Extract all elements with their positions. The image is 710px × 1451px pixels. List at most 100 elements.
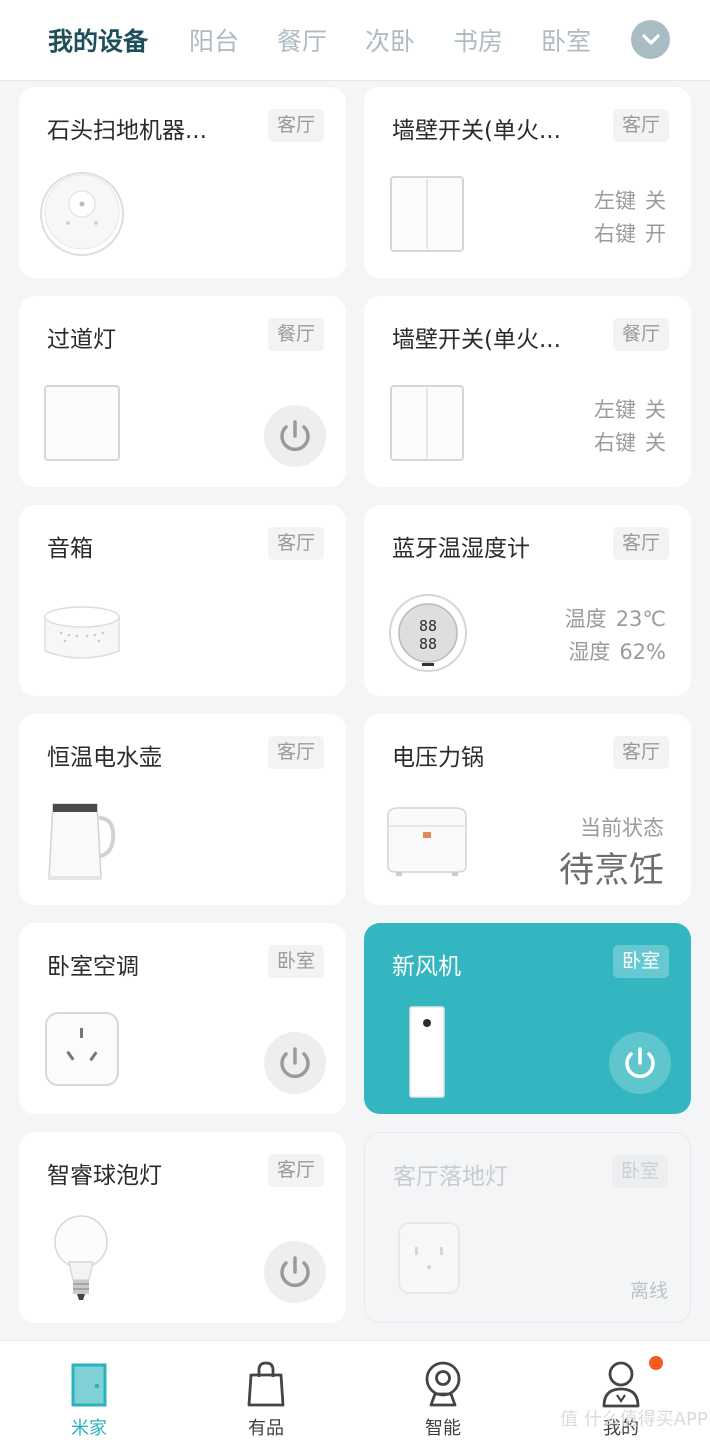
offline-status: 离线 [629, 1280, 668, 1302]
room-badge: 餐厅 [612, 318, 669, 351]
wall-switch-icon [390, 176, 464, 252]
device-name: 过道灯 [47, 327, 116, 353]
nav-item-mijia[interactable]: 米家 [29, 1341, 149, 1451]
room-badge: 卧室 [611, 1155, 668, 1188]
status-value: 关 [645, 431, 666, 455]
watermark-text: 值 什么值得买APP [560, 1409, 708, 1430]
nav-label: 米家 [71, 1418, 107, 1439]
smart-plug-icon [45, 1012, 119, 1086]
power-button[interactable] [609, 1032, 671, 1094]
room-badge: 客厅 [612, 736, 669, 769]
room-badge: 客厅 [267, 1154, 324, 1187]
thermometer-icon: 88 88 [389, 594, 467, 672]
door-icon [71, 1363, 107, 1407]
status-value: 关 [645, 398, 666, 422]
power-button[interactable] [264, 405, 326, 467]
device-name: 智睿球泡灯 [47, 1163, 162, 1189]
device-card-thermometer[interactable]: 蓝牙温湿度计 客厅 88 88 温度 23℃ 湿度 62% [364, 505, 691, 696]
wall-switch-icon [390, 385, 464, 461]
robot-vacuum-icon [40, 172, 124, 256]
pressure-cooker-icon [387, 807, 467, 876]
power-button[interactable] [264, 1241, 326, 1303]
tab-bedroom[interactable]: 卧室 [541, 22, 591, 58]
status-key: 右键 [594, 431, 636, 455]
nav-label: 有品 [248, 1418, 284, 1439]
tab-my-devices[interactable]: 我的设备 [48, 22, 148, 58]
svg-text:88: 88 [419, 635, 437, 653]
status-row: 左键关 [585, 185, 666, 215]
svg-text:88: 88 [419, 617, 437, 635]
power-icon [280, 1256, 310, 1288]
status-row: 湿度 62% [559, 636, 666, 666]
device-name: 电压力锅 [392, 745, 484, 771]
device-name: 卧室空调 [47, 954, 139, 980]
speaker-icon [44, 606, 120, 659]
notification-dot [649, 1356, 663, 1370]
status-key: 湿度 [568, 640, 611, 664]
status-value: 62% [619, 640, 666, 664]
device-card-speaker[interactable]: 音箱 客厅 [19, 505, 346, 696]
device-card-bedroom-ac[interactable]: 卧室空调 卧室 [19, 923, 346, 1114]
status-key: 右键 [594, 222, 636, 246]
room-badge: 客厅 [267, 109, 324, 142]
nav-item-youpin[interactable]: 有品 [206, 1341, 326, 1451]
room-badge: 餐厅 [267, 318, 324, 351]
device-card-floor-lamp[interactable]: 客厅落地灯 卧室 离线 [364, 1132, 691, 1323]
device-card-bulb[interactable]: 智睿球泡灯 客厅 [19, 1132, 346, 1323]
cooker-state-value: 待烹饪 [558, 851, 664, 891]
top-tab-bar: 我的设备 阳台 餐厅 次卧 书房 卧室 [0, 0, 710, 81]
device-card-fresh-air[interactable]: 新风机 卧室 [364, 923, 691, 1114]
shopping-bag-icon [247, 1361, 285, 1407]
device-name: 石头扫地机器... [47, 118, 207, 144]
camera-icon [425, 1361, 461, 1407]
status-row: 温度 23℃ [556, 603, 666, 633]
status-value: 23℃ [615, 607, 666, 631]
cooker-state-label: 当前状态 [580, 816, 664, 840]
device-card-kettle[interactable]: 恒温电水壶 客厅 [19, 714, 346, 905]
room-badge: 客厅 [267, 527, 324, 560]
status-row: 右键关 [585, 427, 666, 457]
tab-study[interactable]: 书房 [453, 22, 503, 58]
nav-item-me[interactable]: 我的 [561, 1341, 681, 1451]
status-value: 开 [645, 222, 666, 246]
user-icon [602, 1361, 640, 1408]
power-icon [280, 420, 310, 452]
tab-dining-room[interactable]: 餐厅 [277, 22, 327, 58]
tab-balcony[interactable]: 阳台 [189, 22, 239, 58]
power-button[interactable] [264, 1032, 326, 1094]
tab-second-bedroom[interactable]: 次卧 [365, 22, 415, 58]
device-card-pressure-cooker[interactable]: 电压力锅 客厅 当前状态 待烹饪 [364, 714, 691, 905]
nav-item-smart[interactable]: 智能 [383, 1341, 503, 1451]
room-badge: 客厅 [612, 527, 669, 560]
wall-switch-icon [44, 385, 120, 461]
bulb-icon [54, 1215, 108, 1300]
device-card-hallway-light[interactable]: 过道灯 餐厅 [19, 296, 346, 487]
device-name: 恒温电水壶 [47, 745, 162, 771]
status-row: 左键关 [585, 394, 666, 424]
room-badge: 客厅 [267, 736, 324, 769]
power-icon [280, 1047, 310, 1079]
air-purifier-icon [409, 1006, 445, 1098]
expand-tabs-button[interactable] [631, 20, 670, 59]
device-name: 客厅落地灯 [393, 1164, 508, 1190]
status-row: 右键开 [585, 218, 666, 248]
bottom-navigation: 米家 有品 智能 我的 [0, 1340, 710, 1451]
room-badge: 卧室 [267, 945, 324, 978]
device-name: 蓝牙温湿度计 [392, 536, 530, 562]
device-name: 音箱 [47, 536, 93, 562]
status-key: 温度 [564, 607, 607, 631]
device-card-wall-switch-living[interactable]: 墙壁开关(单火... 客厅 左键关 右键开 [364, 87, 691, 278]
power-icon [625, 1047, 655, 1079]
kettle-icon [48, 803, 116, 880]
status-value: 关 [645, 189, 666, 213]
device-name: 墙壁开关(单火... [392, 327, 561, 353]
room-badge: 客厅 [612, 109, 669, 142]
device-card-robot-vacuum[interactable]: 石头扫地机器... 客厅 [19, 87, 346, 278]
device-name: 墙壁开关(单火... [392, 118, 561, 144]
status-key: 左键 [594, 398, 636, 422]
device-card-wall-switch-dining[interactable]: 墙壁开关(单火... 餐厅 左键关 右键关 [364, 296, 691, 487]
chevron-down-icon [641, 33, 660, 45]
room-badge: 卧室 [612, 945, 669, 978]
status-key: 左键 [594, 189, 636, 213]
smart-plug-icon [398, 1222, 460, 1294]
